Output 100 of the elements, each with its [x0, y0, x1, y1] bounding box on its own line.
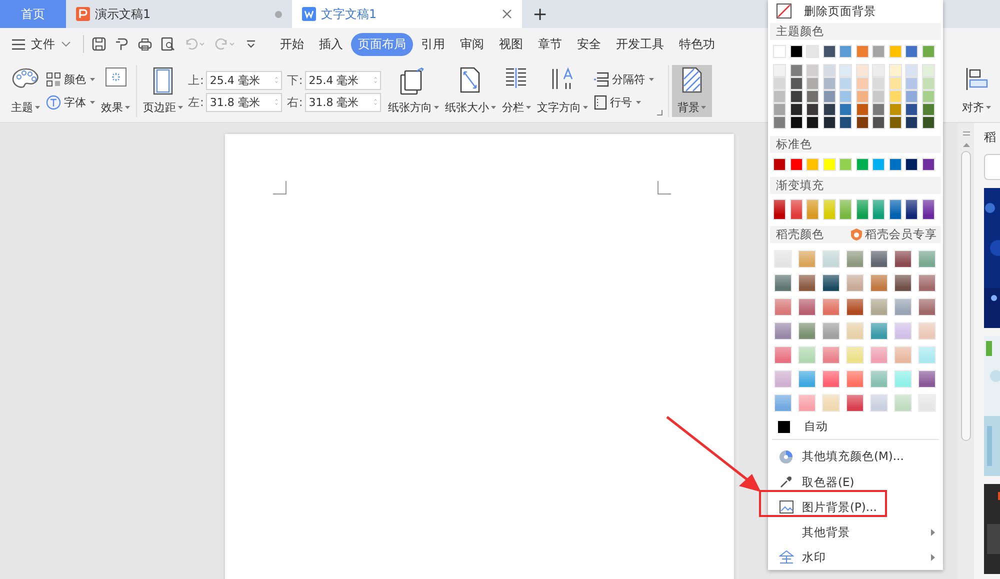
color-swatch[interactable]	[856, 158, 868, 171]
gradient-swatch[interactable]	[822, 346, 840, 364]
gradient-swatch[interactable]	[918, 346, 936, 364]
color-swatch[interactable]	[905, 44, 918, 58]
color-swatch[interactable]	[922, 102, 934, 116]
gradient-swatch[interactable]	[846, 274, 864, 292]
gradient-swatch[interactable]	[790, 198, 802, 220]
gradient-swatch[interactable]	[894, 298, 912, 316]
color-swatch[interactable]	[839, 76, 852, 90]
print-icon[interactable]	[138, 37, 152, 51]
gradient-swatch[interactable]	[822, 198, 836, 220]
background-button[interactable]: 背景	[672, 65, 712, 117]
orientation-button[interactable]: 纸张方向	[384, 65, 442, 117]
colors-button[interactable]: 颜色	[46, 72, 95, 87]
gradient-swatch[interactable]	[870, 346, 888, 364]
ribbon-tab[interactable]: 审阅	[453, 32, 491, 56]
gradient-swatch[interactable]	[798, 394, 816, 412]
margin-spin-field[interactable]: 31.8 毫米	[206, 92, 282, 112]
gradient-swatch[interactable]	[822, 250, 840, 268]
color-swatch[interactable]	[806, 44, 819, 58]
ribbon-tab[interactable]: 视图	[492, 32, 530, 56]
margin-spin-field[interactable]: 25.4 毫米	[304, 70, 381, 90]
gradient-swatch[interactable]	[894, 394, 912, 412]
picture-background-item[interactable]: 图片背景(P)...	[772, 494, 939, 520]
color-swatch[interactable]	[773, 90, 786, 103]
scrollbar[interactable]	[958, 123, 974, 579]
color-swatch[interactable]	[922, 158, 934, 171]
color-swatch[interactable]	[806, 158, 819, 171]
color-swatch[interactable]	[922, 44, 934, 58]
ribbon-tab[interactable]: 开始	[273, 32, 311, 56]
ribbon-tab[interactable]: 特色功	[672, 32, 722, 56]
color-swatch[interactable]	[839, 90, 852, 103]
color-swatch[interactable]	[839, 102, 852, 116]
gradient-swatch[interactable]	[846, 346, 864, 364]
more-colors-item[interactable]: 其他填充颜色(M)...	[772, 444, 939, 470]
color-swatch[interactable]	[839, 64, 852, 77]
gradient-swatch[interactable]	[918, 250, 936, 268]
color-swatch[interactable]	[806, 102, 819, 116]
color-swatch[interactable]	[790, 158, 802, 171]
close-icon[interactable]	[502, 9, 512, 19]
gradient-swatch[interactable]	[822, 370, 840, 388]
gradient-swatch[interactable]	[918, 322, 936, 340]
color-swatch[interactable]	[839, 116, 852, 129]
fonts-button[interactable]: 字体	[46, 95, 95, 110]
gradient-swatch[interactable]	[918, 274, 936, 292]
gradient-swatch[interactable]	[822, 274, 840, 292]
file-menu-button[interactable]: 文件	[12, 36, 79, 52]
color-swatch[interactable]	[856, 44, 868, 58]
document-tab[interactable]: 文字文稿1	[292, 0, 522, 28]
margin-spin-field[interactable]: 25.4 毫米	[206, 70, 282, 90]
align-button[interactable]: 对齐	[959, 65, 994, 117]
other-background-item[interactable]: 其他背景	[772, 520, 939, 545]
customize-icon[interactable]	[246, 39, 256, 49]
color-swatch[interactable]	[790, 102, 802, 116]
gradient-swatch[interactable]	[888, 198, 902, 220]
color-swatch[interactable]	[806, 90, 819, 103]
gradient-swatch[interactable]	[894, 370, 912, 388]
gradient-swatch[interactable]	[894, 346, 912, 364]
line-numbers-button[interactable]: 行号	[594, 95, 654, 110]
dialog-launcher-icon[interactable]	[656, 110, 663, 116]
color-swatch[interactable]	[822, 44, 836, 58]
color-swatch[interactable]	[905, 76, 918, 90]
color-swatch[interactable]	[856, 76, 868, 90]
gradient-swatch[interactable]	[846, 298, 864, 316]
color-swatch[interactable]	[773, 64, 786, 77]
print-preview-icon[interactable]	[161, 37, 175, 51]
color-swatch[interactable]	[888, 44, 902, 58]
color-swatch[interactable]	[822, 158, 836, 171]
color-swatch[interactable]	[922, 116, 934, 129]
gradient-swatch[interactable]	[806, 198, 819, 220]
color-swatch[interactable]	[922, 64, 934, 77]
gradient-swatch[interactable]	[798, 322, 816, 340]
color-swatch[interactable]	[872, 64, 885, 77]
new-tab-button[interactable]: +	[522, 0, 558, 28]
gradient-swatch[interactable]	[774, 346, 792, 364]
color-swatch[interactable]	[905, 90, 918, 103]
text-direction-button[interactable]: 文字方向	[534, 65, 591, 117]
color-swatch[interactable]	[888, 76, 902, 90]
ribbon-tab[interactable]: 安全	[570, 32, 608, 56]
color-swatch[interactable]	[872, 158, 885, 171]
undo-icon[interactable]	[184, 37, 206, 51]
gradient-swatch[interactable]	[774, 274, 792, 292]
color-swatch[interactable]	[905, 158, 918, 171]
watermark-item[interactable]: 水印	[772, 544, 939, 570]
color-swatch[interactable]	[822, 76, 836, 90]
remove-background-item[interactable]: 删除页面背景	[772, 0, 939, 23]
gradient-swatch[interactable]	[774, 322, 792, 340]
color-swatch[interactable]	[856, 116, 868, 129]
gradient-swatch[interactable]	[774, 250, 792, 268]
gradient-swatch[interactable]	[846, 370, 864, 388]
color-swatch[interactable]	[806, 64, 819, 77]
ribbon-tab[interactable]: 引用	[414, 32, 452, 56]
gradient-swatch[interactable]	[839, 198, 852, 220]
color-swatch[interactable]	[888, 90, 902, 103]
color-swatch[interactable]	[888, 158, 902, 171]
color-swatch[interactable]	[790, 44, 802, 58]
gradient-swatch[interactable]	[798, 274, 816, 292]
gradient-swatch[interactable]	[846, 394, 864, 412]
color-swatch[interactable]	[839, 158, 852, 171]
gradient-swatch[interactable]	[922, 198, 934, 220]
